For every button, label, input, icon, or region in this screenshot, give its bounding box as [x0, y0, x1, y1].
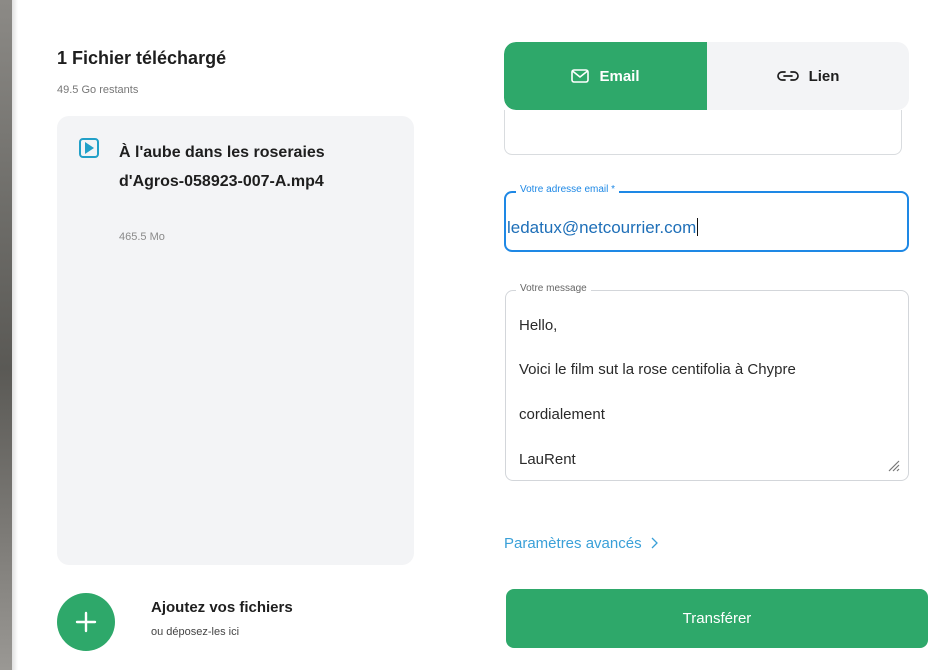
file-size: 465.5 Mo [119, 231, 165, 243]
file-list: À l'aube dans les roseraies d'Agros-0589… [57, 116, 414, 565]
tab-link[interactable]: Lien [707, 42, 909, 110]
file-name: À l'aube dans les roseraies d'Agros-0589… [119, 144, 325, 190]
background-photo-edge [0, 0, 12, 670]
transfer-mode-tabs: Email Lien [504, 42, 909, 110]
chevron-right-icon [651, 537, 658, 549]
message-line: Hello, [519, 317, 558, 334]
email-field[interactable]: Votre adresse email * ledatux@netcourrie… [504, 184, 909, 252]
envelope-icon [571, 69, 590, 83]
storage-remaining: 49.5 Go restants [57, 84, 139, 96]
email-field-label: Votre adresse email * [516, 184, 620, 195]
upload-count-title: 1 Fichier téléchargé [57, 48, 227, 68]
advanced-settings-link[interactable]: Paramètres avancés [504, 535, 660, 552]
email-field-value[interactable]: ledatux@netcourrier.com [507, 218, 699, 238]
tab-link-label: Lien [808, 67, 840, 85]
text-caret [697, 218, 699, 236]
message-line: cordialement [519, 406, 605, 423]
drop-hint: ou déposez-les ici [151, 626, 240, 638]
tab-email[interactable]: Email [504, 42, 707, 110]
transfer-button[interactable]: Transférer [506, 589, 928, 648]
add-files-label[interactable]: Ajoutez vos fichiers [151, 599, 293, 616]
recipient-field[interactable] [504, 110, 902, 155]
panel-shadow [12, 0, 18, 670]
plus-icon [75, 611, 97, 633]
link-icon [776, 71, 799, 81]
message-textarea[interactable]: Votre message Hello, Voici le film sut l… [505, 283, 909, 481]
message-field-label: Votre message [516, 283, 591, 294]
message-line: LauRent [519, 451, 576, 468]
tab-email-label: Email [599, 67, 640, 85]
video-file-icon [79, 138, 99, 158]
add-files-button[interactable] [57, 593, 115, 651]
message-line: Voici le film sut la rose centifolia à C… [519, 361, 796, 378]
resize-handle-icon[interactable] [886, 458, 900, 472]
